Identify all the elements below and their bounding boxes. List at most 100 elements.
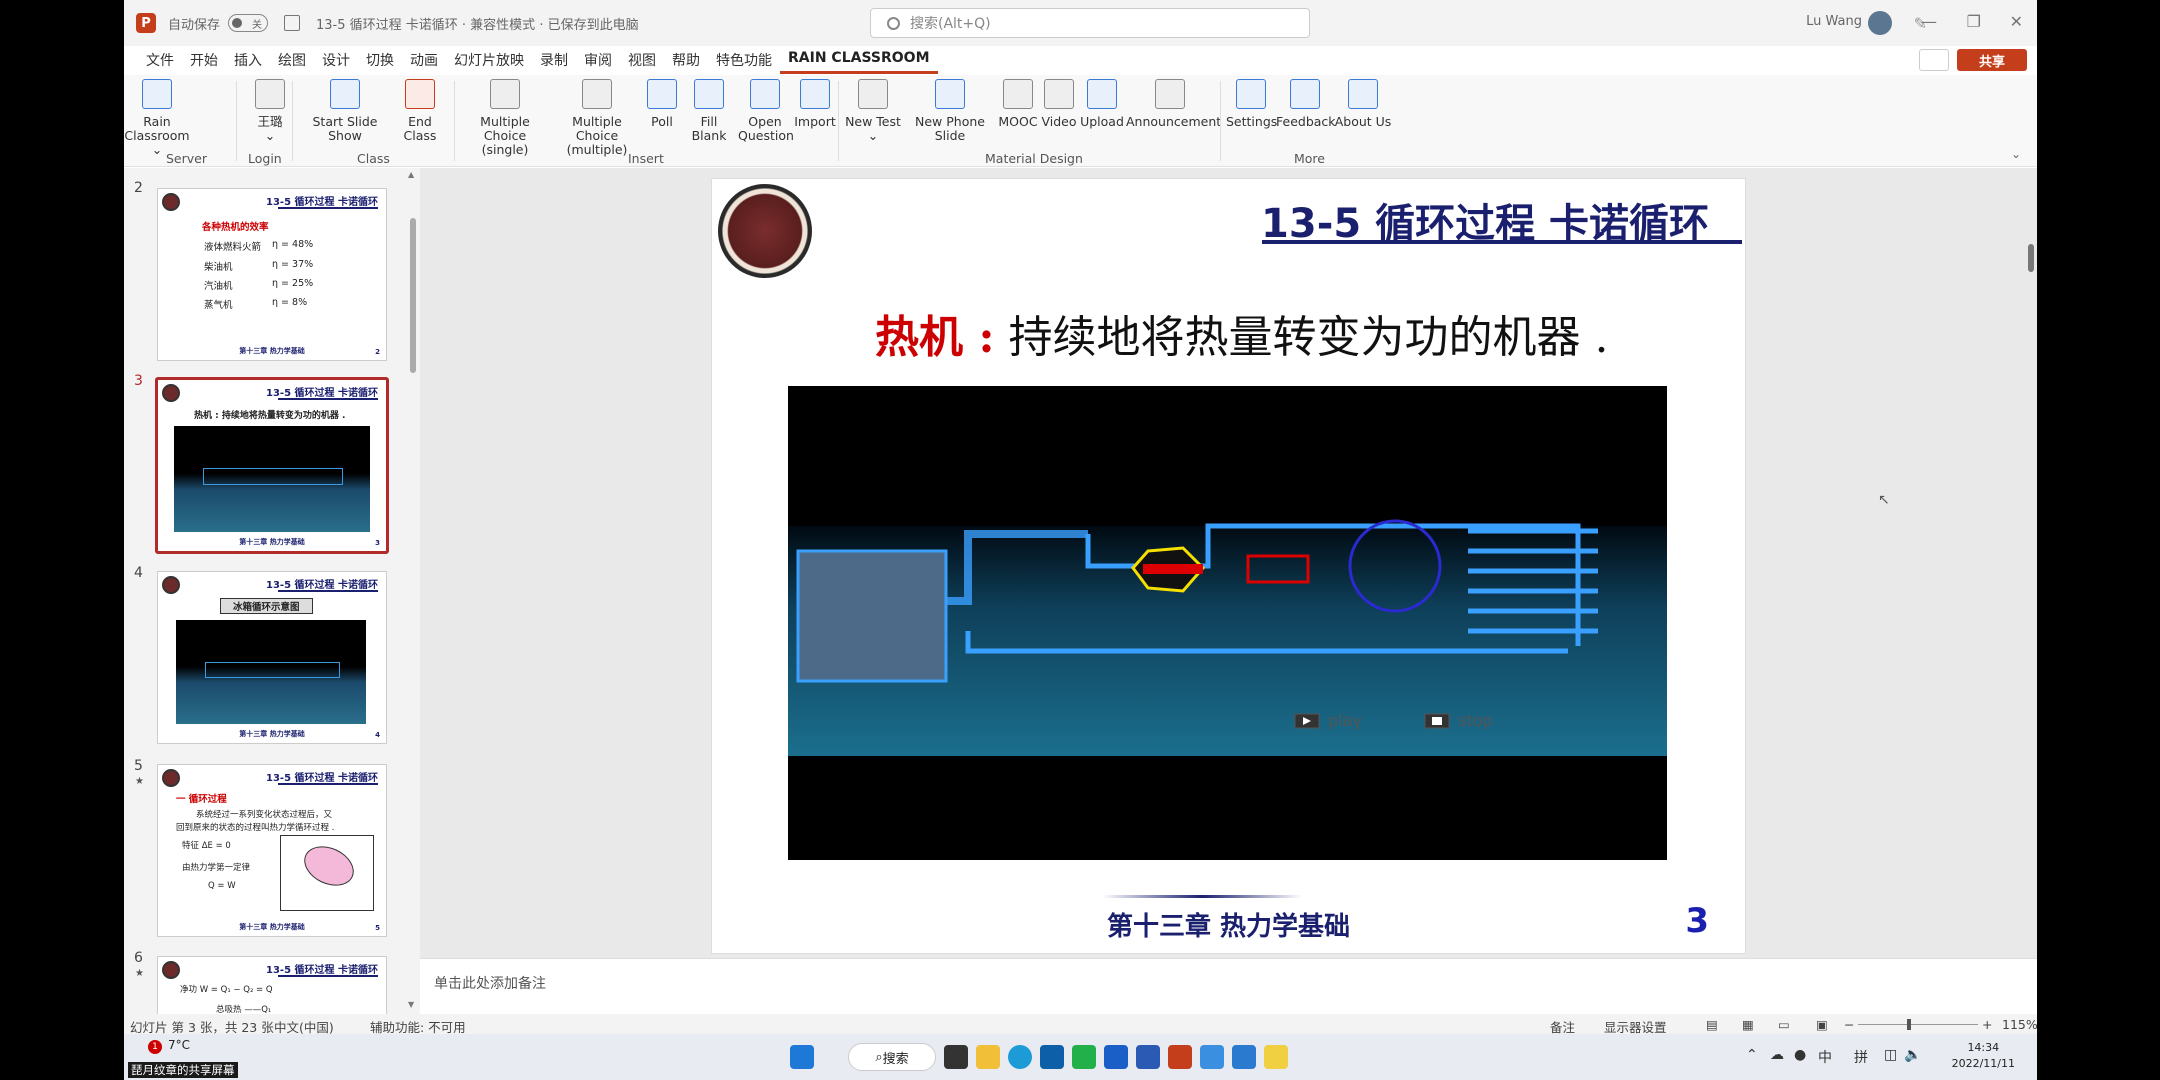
tab-design[interactable]: 设计 <box>314 46 358 74</box>
thumbnail-slide-5[interactable]: 13-5 循环过程 卡诺循环 一 循环过程 系统经过一系列变化状态过程后，又 回… <box>157 764 387 937</box>
zoom-level[interactable]: 115% <box>2002 1017 2037 1032</box>
photos-icon[interactable] <box>1232 1045 1256 1069</box>
about-icon <box>1348 79 1378 109</box>
tab-insert[interactable]: 插入 <box>226 46 270 74</box>
rain-classroom-button[interactable]: Rain Classroom ⌄ <box>124 79 190 157</box>
feedback-button[interactable]: Feedback <box>1276 79 1336 129</box>
tab-home[interactable]: 开始 <box>182 46 226 74</box>
windows-taskbar: 1 7°C 琵月纹章的共享屏幕 ⌕ 搜索 ⌃ ☁ ● 中 拼 ◫ 🔈 14:34… <box>124 1034 2037 1080</box>
meeting-app-icon[interactable] <box>1200 1045 1224 1069</box>
search-input[interactable]: 搜索(Alt+Q) <box>870 8 1310 38</box>
scroll-up-icon[interactable]: ▲ <box>408 170 414 179</box>
question-icon <box>750 79 780 109</box>
system-clock[interactable]: 14:34 2022/11/11 <box>1952 1040 2015 1072</box>
fill-blank-button[interactable]: Fill Blank <box>682 79 736 143</box>
ime-pinyin[interactable]: 拼 <box>1854 1047 1868 1067</box>
tab-help[interactable]: 帮助 <box>664 46 708 74</box>
notes-pane[interactable]: 单击此处添加备注 <box>420 958 2037 1014</box>
thumb-footer: 第十三章 热力学基础 <box>239 538 305 546</box>
cloud-icon[interactable]: ☁ <box>1770 1047 1784 1063</box>
tab-transitions[interactable]: 切换 <box>358 46 402 74</box>
maximize-icon[interactable]: ❐ <box>1967 12 1981 31</box>
task-view-icon[interactable] <box>944 1045 968 1069</box>
tab-rain-classroom[interactable]: RAIN CLASSROOM <box>780 46 938 74</box>
autosave-toggle[interactable]: 关 <box>228 14 269 32</box>
powerpoint-taskbar-icon[interactable] <box>1168 1045 1192 1069</box>
thumbnail-slide-2[interactable]: 13-5 循环过程 卡诺循环 各种热机的效率 液体燃料火箭 η = 48% 柴油… <box>157 188 387 361</box>
new-test-button[interactable]: New Test ⌄ <box>844 79 902 143</box>
start-slide-show-button[interactable]: Start Slide Show <box>298 79 392 143</box>
thumbnails-scroll-thumb[interactable] <box>410 218 416 373</box>
tab-review[interactable]: 审阅 <box>576 46 620 74</box>
comments-button[interactable] <box>1919 49 1949 71</box>
zoom-slider-knob[interactable] <box>1907 1019 1911 1030</box>
tab-record[interactable]: 录制 <box>532 46 576 74</box>
user-name[interactable]: Lu Wang <box>1806 14 1862 29</box>
current-slide[interactable]: 13-5 循环过程 卡诺循环 热机 : 持续地将热量转变为功的机器 . play <box>711 178 1746 954</box>
tab-animations[interactable]: 动画 <box>402 46 446 74</box>
about-us-button[interactable]: About Us <box>1334 79 1392 129</box>
thumbnail-slide-3[interactable]: 13-5 循环过程 卡诺循环 热机 : 持续地将热量转变为功的机器 . 第十三章… <box>155 377 389 554</box>
collapse-ribbon-icon[interactable]: ⌄ <box>2011 147 2021 161</box>
store-icon[interactable] <box>1040 1045 1064 1069</box>
close-icon[interactable]: ✕ <box>2010 12 2023 31</box>
document-title[interactable]: 13-5 循环过程 卡诺循环 · 兼容性模式 · 已保存到此电脑 <box>316 14 639 33</box>
open-question-button[interactable]: Open Question <box>738 79 794 143</box>
normal-view-icon[interactable]: ▤ <box>1706 1017 1718 1032</box>
letterbox-right <box>2037 0 2160 1080</box>
thumb-text: 总吸热 ——Q₁ <box>216 1005 272 1014</box>
upload-button[interactable]: Upload <box>1080 79 1124 129</box>
weather-widget[interactable]: 7°C <box>168 1038 190 1052</box>
thumbnail-slide-4[interactable]: 13-5 循环过程 卡诺循环 冰箱循环示意图 第十三章 热力学基础 4 <box>157 571 387 744</box>
end-class-button[interactable]: End Class <box>390 79 450 143</box>
checklist-icon <box>490 79 520 109</box>
editor-scroll-thumb[interactable] <box>2028 244 2034 272</box>
video-player[interactable]: play stop <box>788 386 1667 860</box>
ribbon-divider <box>454 81 455 161</box>
zoom-in-icon[interactable]: + <box>1982 1017 1992 1032</box>
file-explorer-icon[interactable] <box>976 1045 1000 1069</box>
windows-start-icon[interactable] <box>790 1045 814 1069</box>
upload-icon <box>1087 79 1117 109</box>
save-icon[interactable] <box>284 15 301 31</box>
thumb-divider <box>278 590 378 592</box>
scroll-down-icon[interactable]: ▼ <box>408 1000 414 1009</box>
pen-app-icon[interactable] <box>1264 1045 1288 1069</box>
multiple-choice-single-button[interactable]: Multiple Choice (single) <box>460 79 550 157</box>
zoom-slider[interactable] <box>1858 1024 1978 1025</box>
announcement-button[interactable]: Announcement <box>1126 79 1221 129</box>
zoom-out-icon[interactable]: − <box>1844 1017 1854 1032</box>
taskbar-search[interactable]: ⌕ 搜索 <box>848 1043 936 1071</box>
edge-browser-icon[interactable] <box>1008 1045 1032 1069</box>
app-icon[interactable] <box>1104 1045 1128 1069</box>
slideshow-view-icon[interactable]: ▣ <box>1816 1017 1828 1032</box>
wechat-icon[interactable] <box>1072 1045 1096 1069</box>
login-button[interactable]: 王璐 ⌄ <box>250 79 290 143</box>
ime-chinese[interactable]: 中 <box>1818 1047 1832 1067</box>
tab-draw[interactable]: 绘图 <box>270 46 314 74</box>
new-phone-slide-button[interactable]: New Phone Slide <box>902 79 998 143</box>
volume-icon[interactable]: 🔈 <box>1904 1047 1921 1063</box>
mooc-button[interactable]: MOOC <box>998 79 1038 129</box>
video-button[interactable]: Video <box>1040 79 1078 129</box>
thumb-text: η = 25% <box>272 278 314 289</box>
mic-icon[interactable]: ● <box>1794 1047 1806 1063</box>
import-button[interactable]: Import <box>792 79 838 129</box>
poll-button[interactable]: Poll <box>646 79 678 129</box>
reading-view-icon[interactable]: ▭ <box>1778 1017 1790 1032</box>
tab-features[interactable]: 特色功能 <box>708 46 780 74</box>
tab-slideshow[interactable]: 幻灯片放映 <box>446 46 532 74</box>
avatar[interactable] <box>1868 11 1892 35</box>
thumbnail-slide-6[interactable]: 13-5 循环过程 卡诺循环 净功 W = Q₁ − Q₂ = Q 总吸热 ——… <box>157 956 387 1014</box>
tray-chevron-icon[interactable]: ⌃ <box>1746 1047 1758 1063</box>
multiple-choice-multiple-button[interactable]: Multiple Choice (multiple) <box>552 79 642 157</box>
slide-sorter-icon[interactable]: ▦ <box>1742 1017 1754 1032</box>
animation-star-icon: ★ <box>135 776 144 787</box>
tab-view[interactable]: 视图 <box>620 46 664 74</box>
tab-file[interactable]: 文件 <box>138 46 182 74</box>
minimize-icon[interactable]: — <box>1921 12 1937 31</box>
network-icon[interactable]: ◫ <box>1884 1047 1897 1063</box>
word-icon[interactable] <box>1136 1045 1160 1069</box>
settings-button[interactable]: Settings <box>1226 79 1277 129</box>
share-button[interactable]: 共享 <box>1957 49 2027 71</box>
